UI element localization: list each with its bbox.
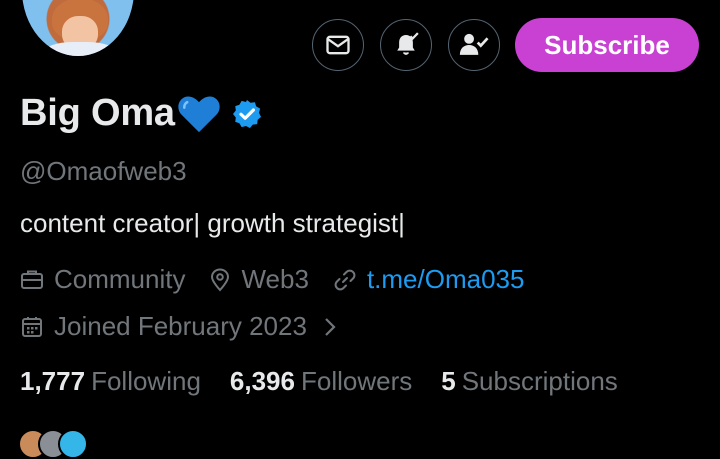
profile-joined: Joined February 2023 (20, 311, 307, 342)
following-count: 1,777 (20, 366, 86, 396)
followers-count: 6,396 (229, 366, 295, 396)
display-name: Big Oma (20, 92, 175, 134)
followers-stat[interactable]: 6,396 Followers (230, 366, 412, 397)
followers-label: Followers (300, 366, 413, 396)
profile-bio: content creator| growth strategist| (20, 208, 405, 238)
profile-meta-row: Community Web3 t.me/Oma035 (20, 264, 548, 295)
category-label: Community (54, 264, 186, 294)
bell-check-icon (397, 32, 419, 55)
chevron-right-icon[interactable] (323, 316, 337, 338)
following-label: Following (91, 366, 201, 396)
profile-website[interactable]: t.me/Oma035 (333, 264, 525, 295)
subscribe-button[interactable]: Subscribe (515, 18, 699, 72)
person-check-icon (459, 33, 489, 55)
profile-stats: 1,777 Following 6,396 Followers 5 Subscript… (20, 366, 618, 397)
follower-avatar (58, 429, 88, 459)
location-pin-icon (211, 267, 230, 291)
blue-heart-icon (178, 96, 220, 132)
website-link[interactable]: t.me/Oma035 (367, 264, 525, 295)
following-stat[interactable]: 1,777 Following (20, 366, 201, 397)
verified-badge-icon[interactable] (231, 98, 263, 130)
location-label: Web3 (241, 264, 309, 294)
calendar-icon (22, 316, 42, 337)
link-icon (334, 269, 356, 290)
profile-location: Web3 (209, 264, 309, 295)
profile-category: Community (20, 264, 185, 295)
joined-label: Joined February 2023 (54, 311, 307, 341)
profile-joined-row[interactable]: Joined February 2023 (20, 311, 337, 342)
profile-avatar[interactable] (20, 0, 136, 58)
envelope-icon (326, 35, 350, 55)
subscriptions-stat[interactable]: 5 Subscriptions (441, 366, 618, 397)
profile-name-row: Big Oma (20, 92, 263, 135)
profile-handle: @Omaofweb3 (20, 156, 187, 186)
notifications-button[interactable] (380, 19, 432, 71)
briefcase-icon (21, 270, 43, 289)
subscriptions-count: 5 (441, 366, 456, 396)
following-button[interactable] (448, 19, 500, 71)
followed-by-avatars[interactable] (18, 429, 98, 459)
subscriptions-label: Subscriptions (461, 366, 618, 396)
message-button[interactable] (312, 19, 364, 71)
avatar-shirt (44, 42, 116, 56)
